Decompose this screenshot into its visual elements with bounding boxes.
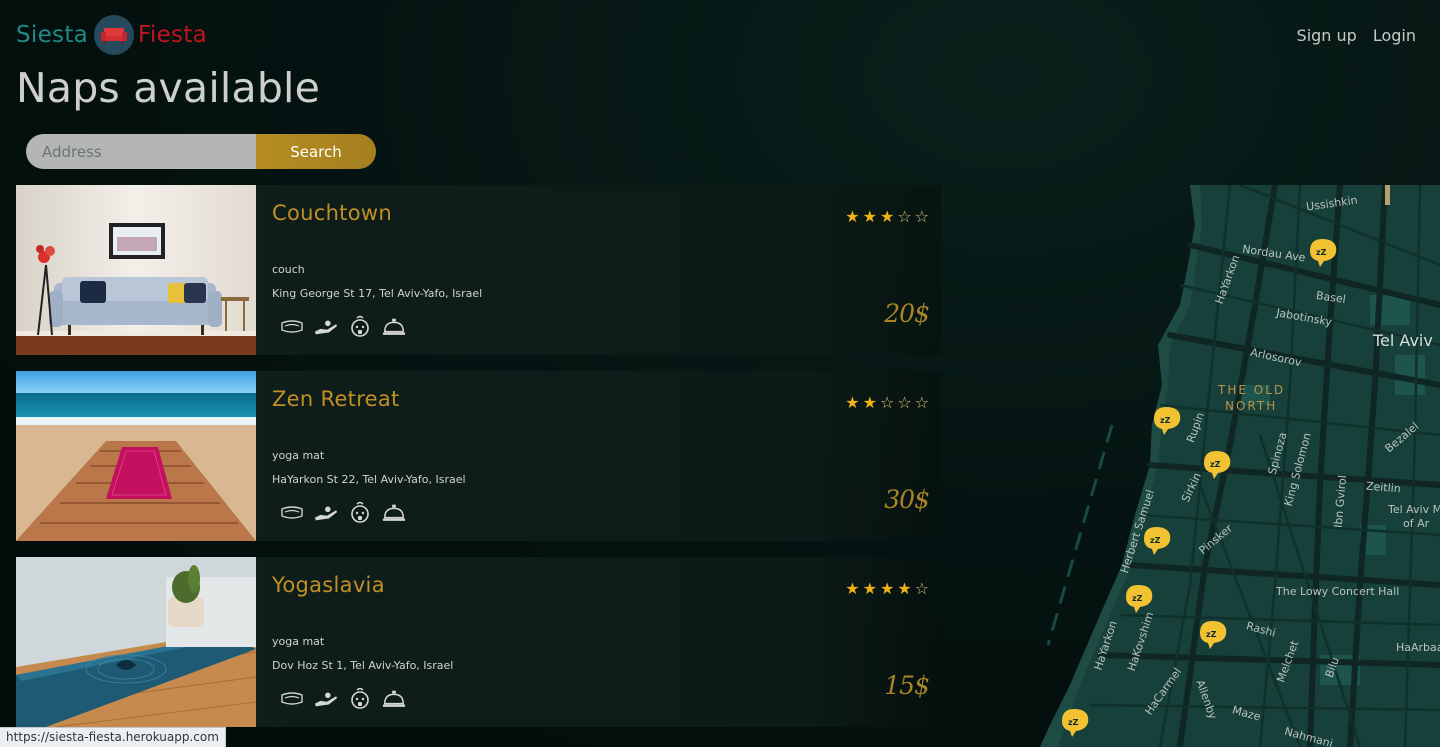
listing-address: Dov Hoz St 1, Tel Aviv-Yafo, Israel <box>272 659 454 672</box>
map-label-poi: of Ar <box>1403 517 1430 530</box>
map-view[interactable]: zZ zZ zZ zZ zZ zZ zZ Ussishkin Nordau Av… <box>1040 185 1440 747</box>
signup-link[interactable]: Sign up <box>1297 26 1357 45</box>
svg-text:zZ: zZ <box>1132 594 1143 603</box>
star-filled-icon: ★ <box>897 579 912 598</box>
star-empty-icon: ☆ <box>914 579 929 598</box>
svg-text:zZ: zZ <box>1160 416 1171 425</box>
login-link[interactable]: Login <box>1373 26 1416 45</box>
listing-photo-couch <box>16 185 256 355</box>
listing-price: 15$ <box>884 671 930 700</box>
listing-address: King George St 17, Tel Aviv-Yafo, Israel <box>272 287 483 300</box>
listing-body: Couchtown ★ ★ ★ ☆ ☆ couch King George St… <box>256 185 941 355</box>
rating-stars: ★ ★ ★ ★ ☆ <box>845 581 929 597</box>
listing-photo-yoga-mat <box>16 557 256 727</box>
nav-links: Sign up Login <box>1297 26 1416 45</box>
search-button[interactable]: Search <box>256 134 376 169</box>
map-label-poi: The Lowy Concert Hall <box>1276 585 1400 598</box>
star-filled-icon: ★ <box>845 579 860 598</box>
listing-card[interactable]: Zen Retreat ★ ★ ☆ ☆ ☆ yoga mat HaYarkon … <box>16 371 941 541</box>
baby-icon <box>348 501 372 525</box>
star-filled-icon: ★ <box>845 393 860 412</box>
amenity-icons <box>280 501 406 525</box>
star-empty-icon: ☆ <box>897 393 912 412</box>
svg-text:zZ: zZ <box>1068 718 1079 727</box>
listing-title[interactable]: Yogaslavia <box>272 573 941 597</box>
star-filled-icon: ★ <box>862 393 877 412</box>
search-form: Search <box>26 134 376 169</box>
brand-name-part1: Siesta <box>16 22 89 48</box>
listing-photo-beach <box>16 371 256 541</box>
listing-type: yoga mat <box>272 449 325 462</box>
service-bell-icon <box>382 687 406 711</box>
hand-icon <box>314 687 338 711</box>
listing-list: Couchtown ★ ★ ★ ☆ ☆ couch King George St… <box>16 185 941 743</box>
rating-stars: ★ ★ ☆ ☆ ☆ <box>845 395 929 411</box>
navbar: Siesta Fiesta Sign up Login <box>16 14 1416 56</box>
bed-icon <box>280 501 304 525</box>
map-label-area: NORTH <box>1225 399 1278 413</box>
svg-text:zZ: zZ <box>1316 248 1327 257</box>
svg-text:zZ: zZ <box>1206 630 1217 639</box>
star-filled-icon: ★ <box>879 579 895 598</box>
listing-type: couch <box>272 263 305 276</box>
page-title: Naps available <box>16 64 321 112</box>
star-filled-icon: ★ <box>862 207 877 226</box>
star-empty-icon: ☆ <box>914 207 929 226</box>
listing-type: yoga mat <box>272 635 325 648</box>
baby-icon <box>348 315 372 339</box>
listing-title[interactable]: Zen Retreat <box>272 387 941 411</box>
listing-price: 20$ <box>884 299 930 328</box>
listing-title[interactable]: Couchtown <box>272 201 941 225</box>
couch-logo-icon <box>94 15 135 55</box>
rating-stars: ★ ★ ★ ☆ ☆ <box>845 209 929 225</box>
hand-icon <box>314 501 338 525</box>
hand-icon <box>314 315 338 339</box>
browser-status-url: https://siesta-fiesta.herokuapp.com <box>0 727 226 747</box>
map-label-poi: Tel Aviv M <box>1388 503 1440 516</box>
amenity-icons <box>280 687 406 711</box>
listing-body: Zen Retreat ★ ★ ☆ ☆ ☆ yoga mat HaYarkon … <box>256 371 941 541</box>
star-empty-icon: ☆ <box>914 393 929 412</box>
bed-icon <box>280 315 304 339</box>
listing-address: HaYarkon St 22, Tel Aviv-Yafo, Israel <box>272 473 466 486</box>
star-filled-icon: ★ <box>862 579 877 598</box>
map-label-city: Tel Aviv <box>1373 331 1433 350</box>
listing-card[interactable]: Couchtown ★ ★ ★ ☆ ☆ couch King George St… <box>16 185 941 355</box>
bed-icon <box>280 687 304 711</box>
address-search-input[interactable] <box>26 134 256 169</box>
map-label-street: HaArbaa <box>1396 641 1440 654</box>
brand-name-part2: Fiesta <box>138 22 208 48</box>
service-bell-icon <box>382 501 406 525</box>
brand-logo[interactable]: Siesta Fiesta <box>16 15 207 55</box>
baby-icon <box>348 687 372 711</box>
listing-body: Yogaslavia ★ ★ ★ ★ ☆ yoga mat Dov Hoz St… <box>256 557 941 727</box>
svg-text:zZ: zZ <box>1150 536 1161 545</box>
star-empty-icon: ☆ <box>897 207 912 226</box>
star-empty-icon: ☆ <box>879 393 895 412</box>
service-bell-icon <box>382 315 406 339</box>
svg-text:zZ: zZ <box>1210 460 1221 469</box>
listing-price: 30$ <box>884 485 930 514</box>
star-filled-icon: ★ <box>845 207 860 226</box>
listing-card[interactable]: Yogaslavia ★ ★ ★ ★ ☆ yoga mat Dov Hoz St… <box>16 557 941 727</box>
map-label-area: THE OLD <box>1218 383 1286 397</box>
star-filled-icon: ★ <box>879 207 895 226</box>
amenity-icons <box>280 315 406 339</box>
